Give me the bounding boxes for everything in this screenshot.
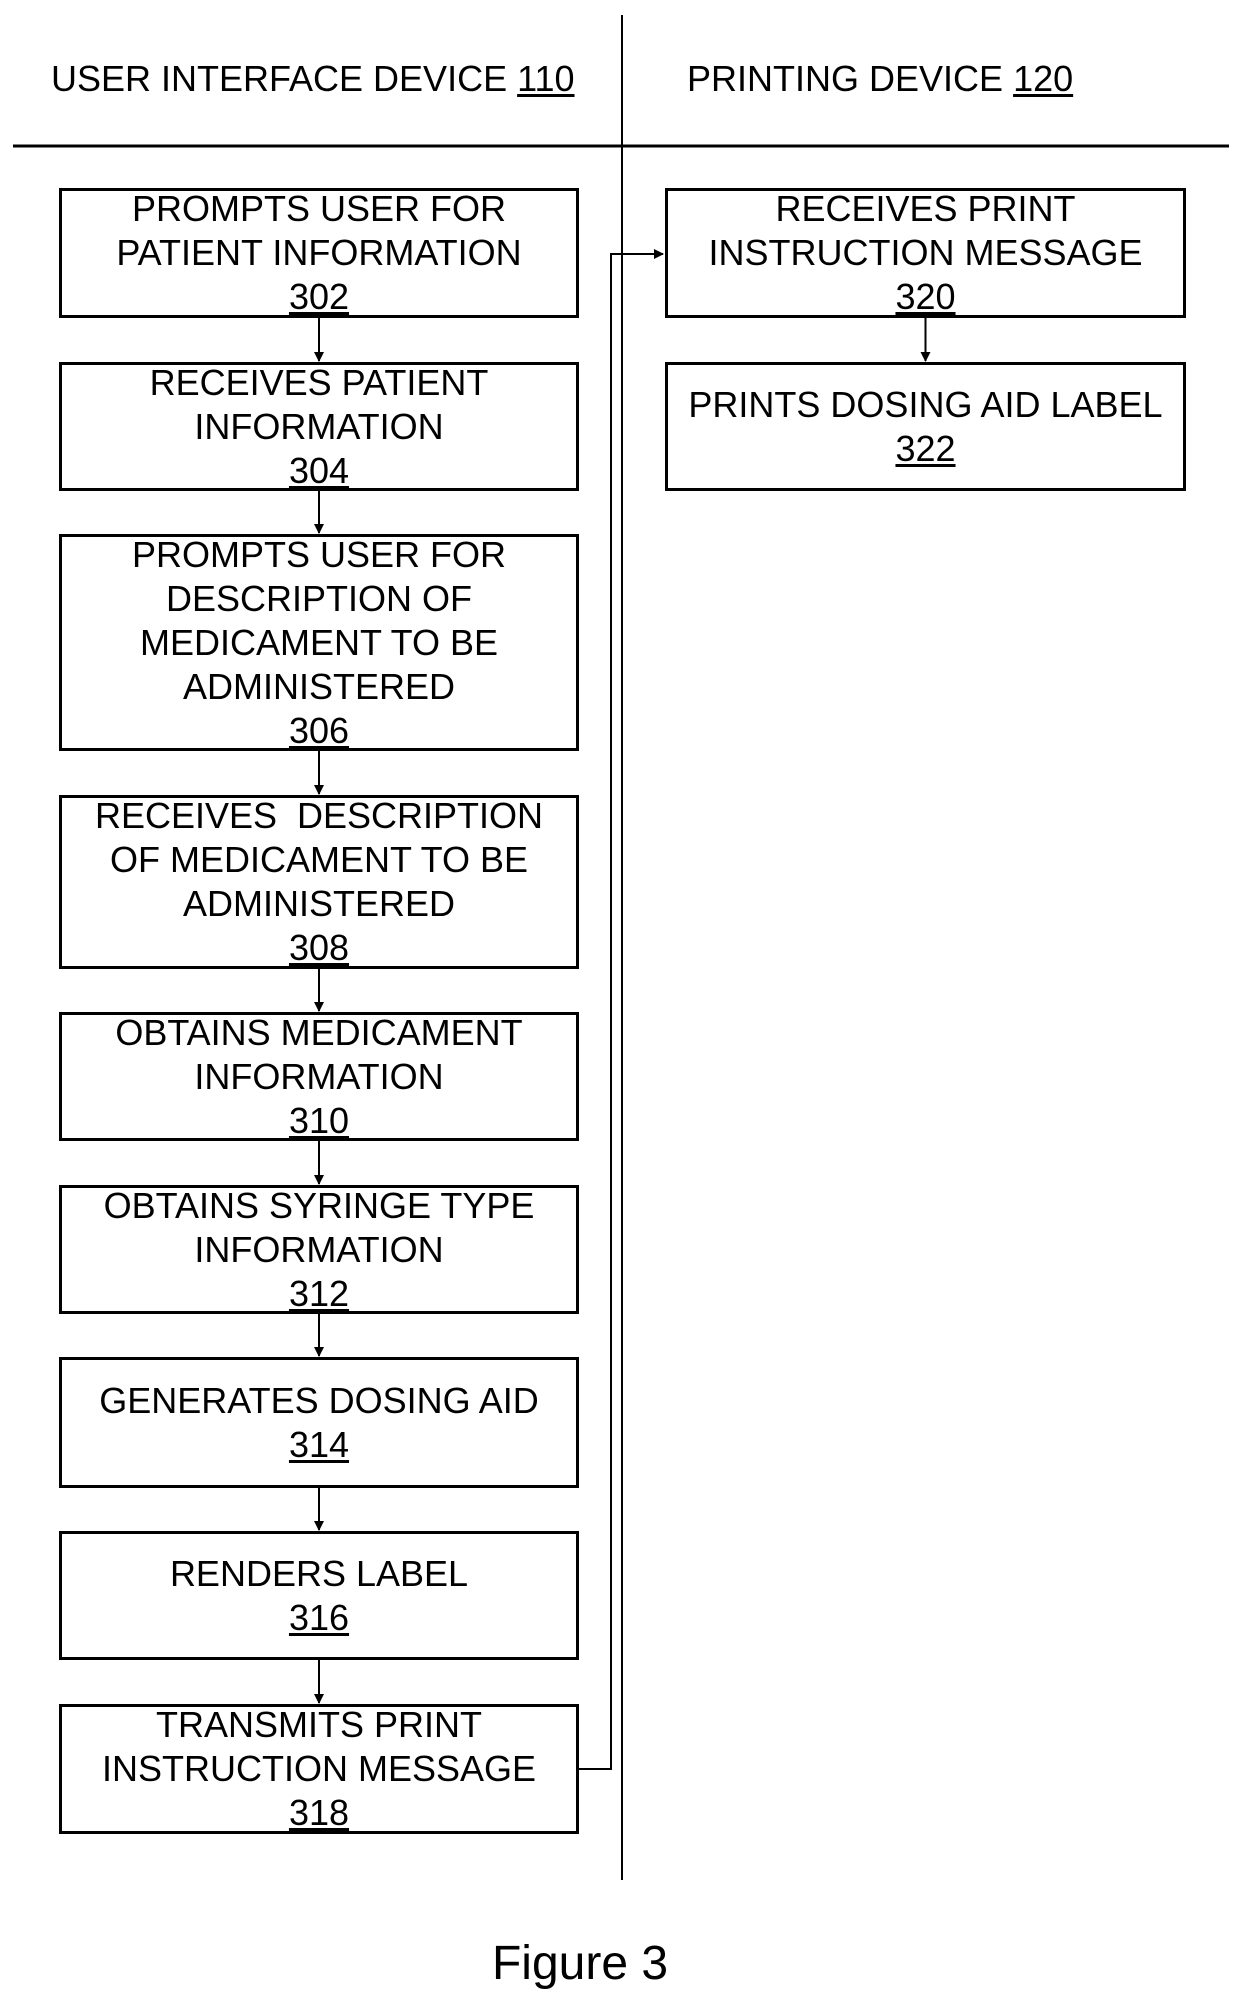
step-box-306: PROMPTS USER FOR DESCRIPTION OF MEDICAMENT… xyxy=(59,534,579,751)
step-box-322: PRINTS DOSING AID LABEL 322 xyxy=(665,362,1186,491)
step-box-308: RECEIVES DESCRIPTION OF MEDICAMENT TO BE A… xyxy=(59,795,579,969)
step-text-line: RECEIVES PATIENT xyxy=(149,361,489,403)
step-ref: 302 xyxy=(288,276,350,317)
step-ref: 304 xyxy=(288,449,350,491)
step-text-line: INSTRUCTION MESSAGE xyxy=(101,1748,537,1789)
step-text-line: INFORMATION xyxy=(194,1055,444,1097)
step-text-line: INFORMATION xyxy=(194,1228,444,1270)
step-text-line: OBTAINS MEDICAMENT xyxy=(115,1011,523,1053)
step-text-line: PRINTS DOSING AID LABEL xyxy=(688,383,1163,425)
step-ref: 314 xyxy=(288,1423,350,1465)
step-ref: 318 xyxy=(288,1792,350,1833)
step-box-320: RECEIVES PRINT INSTRUCTION MESSAGE 320 xyxy=(665,188,1186,318)
step-box-318: TRANSMITS PRINT INSTRUCTION MESSAGE 318 xyxy=(59,1704,579,1834)
step-text-line: OBTAINS SYRINGE TYPE xyxy=(103,1184,535,1226)
step-box-312: OBTAINS SYRINGE TYPE INFORMATION 312 xyxy=(59,1185,579,1314)
step-text-line: RENDERS LABEL xyxy=(169,1552,469,1594)
step-ref: 322 xyxy=(895,427,956,469)
step-text-line: PROMPTS USER FOR xyxy=(131,533,507,575)
step-ref: 306 xyxy=(288,709,350,751)
step-text-line: RECEIVES PRINT xyxy=(775,188,1076,229)
step-text-line: PROMPTS USER FOR xyxy=(131,188,507,229)
step-text-line: TRANSMITS PRINT xyxy=(155,1704,482,1745)
step-text-line: INFORMATION xyxy=(194,405,444,447)
step-box-304: RECEIVES PATIENT INFORMATION 304 xyxy=(59,362,579,491)
step-box-302: PROMPTS USER FOR PATIENT INFORMATION 302 xyxy=(59,188,579,318)
step-box-316: RENDERS LABEL 316 xyxy=(59,1531,579,1660)
step-text-line: ADMINISTERED xyxy=(182,665,456,707)
step-ref: 320 xyxy=(895,276,956,317)
figure-caption: Figure 3 xyxy=(491,1937,669,1990)
step-text-line: DESCRIPTION OF xyxy=(165,577,473,619)
step-ref: 308 xyxy=(288,927,350,968)
step-ref: 316 xyxy=(288,1596,350,1638)
step-box-314: GENERATES DOSING AID 314 xyxy=(59,1357,579,1488)
step-ref: 310 xyxy=(288,1099,350,1141)
step-text-line: MEDICAMENT TO BE xyxy=(139,621,499,663)
step-ref: 312 xyxy=(288,1272,350,1314)
step-text-line: GENERATES DOSING AID xyxy=(99,1379,539,1421)
step-text-line: PATIENT INFORMATION xyxy=(116,232,522,273)
step-text-line: RECEIVES DESCRIPTION xyxy=(94,795,544,836)
step-text-line: INSTRUCTION MESSAGE xyxy=(708,232,1143,273)
step-text-line: ADMINISTERED xyxy=(182,883,456,924)
step-text-line: OF MEDICAMENT TO BE xyxy=(109,839,529,880)
step-box-310: OBTAINS MEDICAMENT INFORMATION 310 xyxy=(59,1012,579,1141)
